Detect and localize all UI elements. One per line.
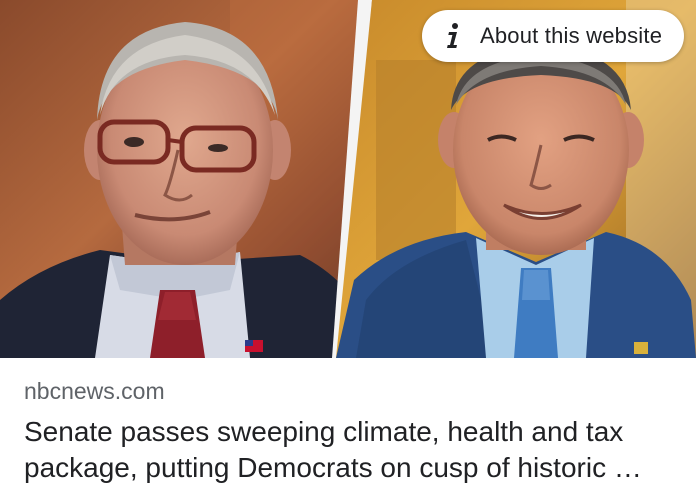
about-this-website-button[interactable]: About this website: [422, 10, 684, 62]
info-icon: [444, 22, 462, 50]
about-this-website-label: About this website: [480, 23, 663, 48]
article-image[interactable]: About this website: [0, 0, 696, 358]
article-headline[interactable]: Senate passes sweeping climate, health a…: [24, 414, 684, 486]
left-portrait-photo: [0, 0, 372, 358]
source-domain: nbcnews.com: [24, 378, 165, 404]
article-text-area: nbcnews.com Senate passes sweeping clima…: [0, 358, 696, 494]
news-card[interactable]: About this website nbcnews.com Senate pa…: [0, 0, 696, 494]
